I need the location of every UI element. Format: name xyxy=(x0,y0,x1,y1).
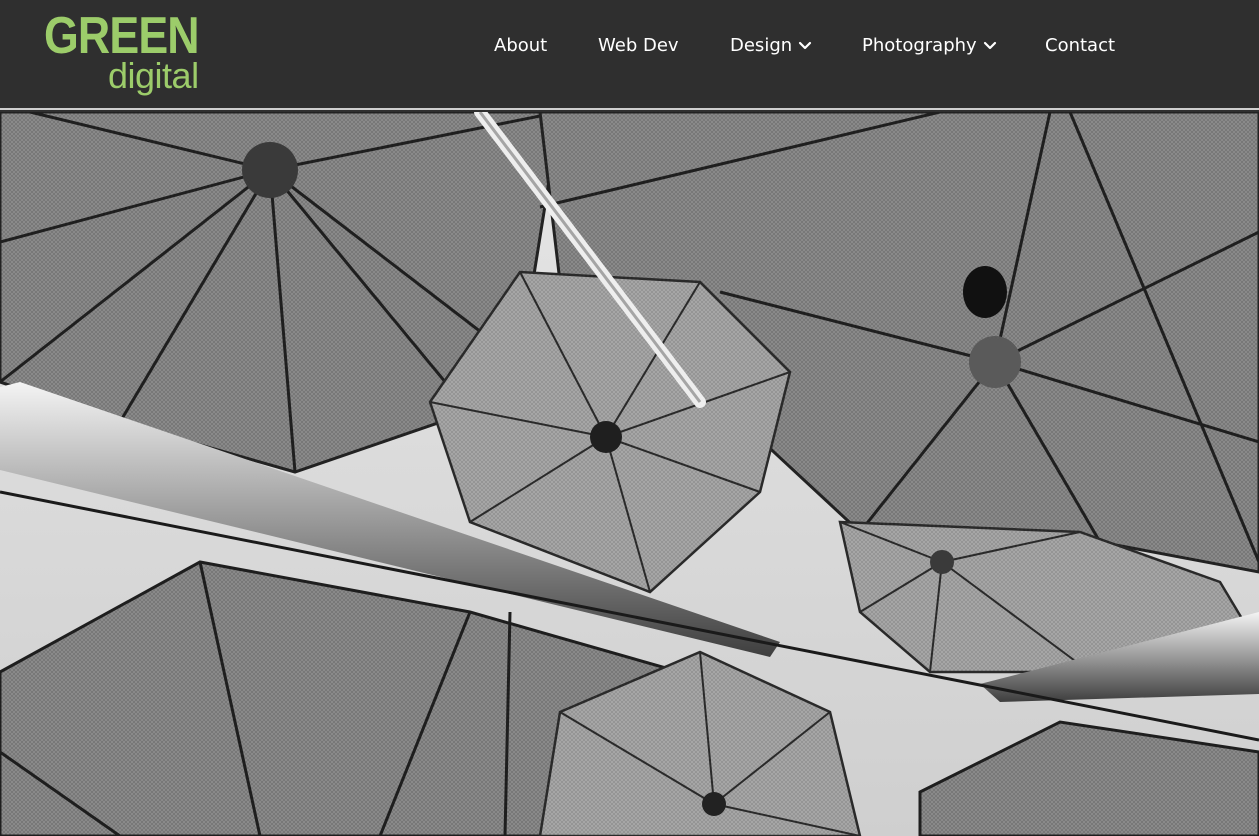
nav-item-web-dev[interactable]: Web Dev xyxy=(598,34,679,58)
nav-item-label: About xyxy=(494,35,548,56)
site-header: GREEN digital About Web Dev Design Photo… xyxy=(0,0,1259,110)
nav-item-photography[interactable]: Photography xyxy=(862,34,997,58)
nav-item-label: Photography xyxy=(862,35,977,56)
chevron-down-icon xyxy=(983,41,996,50)
nav-item-label: Contact xyxy=(1045,35,1116,56)
main-nav: About Web Dev Design Photography Contact xyxy=(0,34,1259,60)
nav-item-about[interactable]: About xyxy=(494,34,547,58)
nav-item-label: Design xyxy=(730,35,793,56)
chevron-down-icon xyxy=(799,41,812,50)
hero-image xyxy=(0,112,1259,836)
nav-item-contact[interactable]: Contact xyxy=(1045,34,1115,58)
umbrella-sculpture-photo xyxy=(0,112,1259,836)
nav-item-label: Web Dev xyxy=(598,35,679,56)
nav-item-design[interactable]: Design xyxy=(730,34,812,58)
logo-wordmark-digital: digital xyxy=(108,55,199,96)
